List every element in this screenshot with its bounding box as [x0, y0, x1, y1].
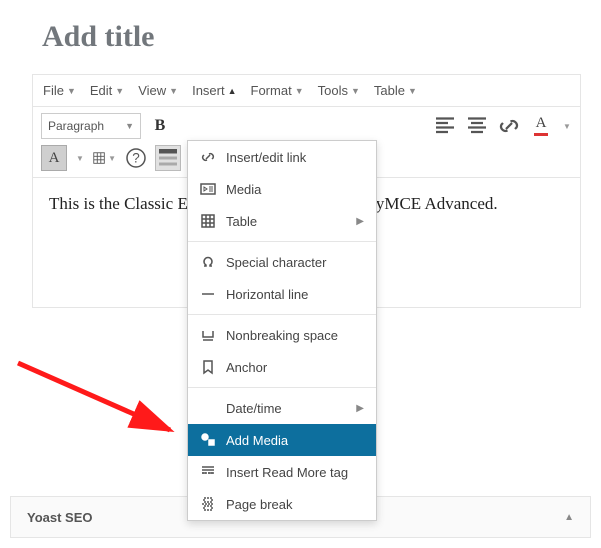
chevron-down-icon: ▼: [108, 154, 116, 163]
anchor-icon: [200, 359, 216, 375]
dd-label: Date/time: [226, 401, 346, 416]
chevron-down-icon: ▼: [76, 154, 84, 163]
toolbar-toggle-button[interactable]: [155, 145, 181, 171]
table-icon: [92, 151, 106, 165]
dd-label: Media: [226, 182, 364, 197]
menu-file-label: File: [43, 83, 64, 98]
text-color-button[interactable]: A: [528, 113, 554, 139]
chevron-down-icon: ▼: [295, 86, 304, 96]
blank-icon: [200, 400, 216, 416]
dd-label: Insert Read More tag: [226, 465, 364, 480]
link-icon: [200, 149, 216, 165]
dd-label: Add Media: [226, 433, 364, 448]
toolbar-toggle-icon: [156, 146, 180, 170]
separator: [188, 387, 376, 388]
align-left-button[interactable]: [432, 113, 458, 139]
chevron-down-icon: ▼: [563, 122, 571, 131]
dd-datetime[interactable]: Date/time ▶: [188, 392, 376, 424]
format-selector-label: Paragraph: [48, 119, 104, 133]
menu-table[interactable]: Table▼: [374, 83, 417, 98]
menu-edit-label: Edit: [90, 83, 112, 98]
chevron-down-icon: ▼: [67, 86, 76, 96]
dd-page-break[interactable]: Page break: [188, 488, 376, 520]
separator: [188, 314, 376, 315]
dd-nbsp[interactable]: Nonbreaking space: [188, 319, 376, 351]
content-text-left: This is the Classic E: [49, 194, 188, 213]
align-center-icon: [465, 114, 489, 138]
chevron-down-icon: ▼: [351, 86, 360, 96]
yoast-panel-label: Yoast SEO: [27, 510, 93, 525]
omega-icon: [200, 254, 216, 270]
chevron-right-icon: ▶: [356, 403, 364, 414]
menu-format[interactable]: Format▼: [251, 83, 304, 98]
chevron-up-icon: ▲: [228, 86, 237, 96]
chevron-down-icon: ▼: [408, 86, 417, 96]
table-icon: [200, 213, 216, 229]
page-break-icon: [200, 496, 216, 512]
chevron-down-icon: ▼: [115, 86, 124, 96]
menu-tools[interactable]: Tools▼: [318, 83, 360, 98]
insert-dropdown: Insert/edit link Media Table ▶ Special c…: [187, 140, 377, 521]
menu-file[interactable]: File▼: [43, 83, 76, 98]
dd-label: Page break: [226, 497, 364, 512]
dd-media[interactable]: Media: [188, 173, 376, 205]
bg-color-caret[interactable]: ▼: [73, 145, 85, 171]
table-button[interactable]: ▼: [91, 145, 117, 171]
chevron-up-icon: ▲: [564, 512, 574, 523]
menu-format-label: Format: [251, 83, 292, 98]
add-media-icon: [200, 432, 216, 448]
dd-anchor[interactable]: Anchor: [188, 351, 376, 383]
content-text-right: yMCE Advanced.: [376, 194, 498, 213]
dd-read-more[interactable]: Insert Read More tag: [188, 456, 376, 488]
text-color-caret[interactable]: ▼: [560, 113, 572, 139]
nbsp-icon: [200, 327, 216, 343]
menu-insert-label: Insert: [192, 83, 225, 98]
dd-label: Nonbreaking space: [226, 328, 364, 343]
dd-label: Special character: [226, 255, 364, 270]
page-title[interactable]: Add title: [42, 20, 601, 54]
separator: [188, 241, 376, 242]
read-more-icon: [200, 464, 216, 480]
link-icon: [497, 114, 521, 138]
link-button[interactable]: [496, 113, 522, 139]
horizontal-line-icon: [200, 286, 216, 302]
text-color-swatch: [534, 133, 548, 136]
chevron-down-icon: ▼: [169, 86, 178, 96]
dd-table[interactable]: Table ▶: [188, 205, 376, 237]
dd-horizontal-line[interactable]: Horizontal line: [188, 278, 376, 310]
align-center-button[interactable]: [464, 113, 490, 139]
bold-button[interactable]: B: [147, 113, 173, 139]
dd-special-char[interactable]: Special character: [188, 246, 376, 278]
dd-insert-link[interactable]: Insert/edit link: [188, 141, 376, 173]
menu-view-label: View: [138, 83, 166, 98]
align-left-icon: [433, 114, 457, 138]
chevron-right-icon: ▶: [356, 216, 364, 227]
dd-label: Anchor: [226, 360, 364, 375]
menubar: File▼ Edit▼ View▼ Insert▲ Format▼ Tools▼…: [33, 75, 580, 107]
dd-label: Horizontal line: [226, 287, 364, 302]
menu-view[interactable]: View▼: [138, 83, 178, 98]
help-icon: ?: [124, 146, 148, 170]
menu-table-label: Table: [374, 83, 405, 98]
bg-color-button[interactable]: A: [41, 145, 67, 171]
svg-text:?: ?: [132, 151, 140, 166]
annotation-arrow: [10, 355, 190, 465]
media-icon: [200, 181, 216, 197]
format-selector[interactable]: Paragraph ▼: [41, 113, 141, 139]
dd-label: Table: [226, 214, 346, 229]
dd-label: Insert/edit link: [226, 150, 364, 165]
chevron-down-icon: ▼: [125, 121, 134, 131]
menu-insert[interactable]: Insert▲: [192, 83, 236, 98]
help-button[interactable]: ?: [123, 145, 149, 171]
dd-add-media[interactable]: Add Media: [188, 424, 376, 456]
menu-edit[interactable]: Edit▼: [90, 83, 124, 98]
menu-tools-label: Tools: [318, 83, 348, 98]
